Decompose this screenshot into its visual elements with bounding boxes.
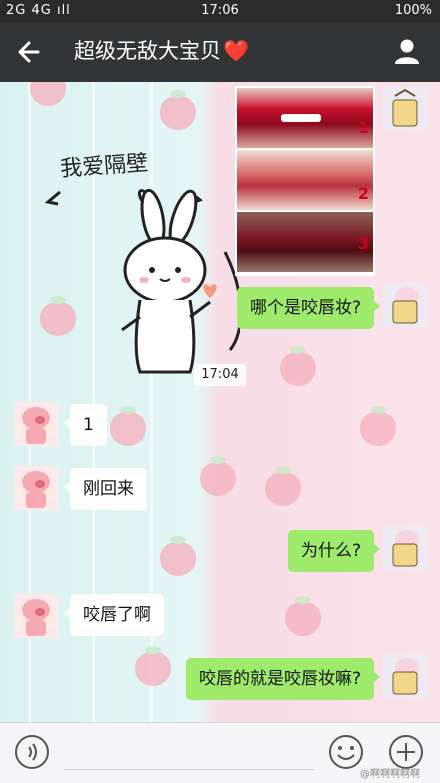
lip-label-2: 2 bbox=[357, 184, 369, 203]
strawberry-decoration bbox=[280, 346, 316, 386]
strawberry-decoration bbox=[160, 90, 196, 130]
emoji-icon bbox=[329, 735, 363, 769]
watermark: @啊啊啊啊啊 bbox=[360, 769, 420, 780]
battery-percent: 100% bbox=[394, 3, 432, 18]
strawberry-decoration bbox=[200, 456, 236, 496]
chat-title: 超级无敌大宝贝❤️ bbox=[74, 36, 249, 66]
chat-header: 超级无敌大宝贝❤️ bbox=[0, 22, 440, 82]
strawberry-decoration bbox=[265, 466, 301, 506]
message-bubble-received[interactable]: 1 bbox=[64, 404, 107, 446]
pig-avatar-icon bbox=[383, 283, 427, 327]
message-bubble-sent[interactable]: 为什么? bbox=[287, 530, 381, 572]
status-bar: 2G 4G ıll 17:06 100% bbox=[0, 0, 440, 22]
my-avatar[interactable] bbox=[383, 526, 427, 570]
strawberry-decoration bbox=[160, 536, 196, 576]
bunny-sticker[interactable]: 我爱隔壁 bbox=[40, 142, 240, 392]
lip-photo-2: 2 bbox=[237, 150, 373, 210]
strawberry-decoration bbox=[360, 406, 396, 446]
image-message[interactable]: 1 2 3 bbox=[235, 86, 375, 276]
chat-area[interactable]: 我爱隔壁 1 2 3 哪个是咬唇妆? 17:04 1 刚回来 为什么? 咬唇了啊… bbox=[0, 82, 440, 722]
my-avatar[interactable] bbox=[383, 654, 427, 698]
pig-avatar-icon bbox=[14, 466, 58, 510]
profile-button[interactable] bbox=[392, 36, 422, 66]
my-avatar[interactable] bbox=[383, 283, 427, 327]
arrow-left-icon bbox=[18, 41, 40, 63]
voice-icon bbox=[15, 735, 49, 769]
strawberry-decoration bbox=[30, 82, 66, 106]
message-bubble-sent[interactable]: 咬唇的就是咬唇妆嘛? bbox=[185, 658, 381, 700]
message-input[interactable] bbox=[64, 769, 314, 770]
contact-avatar[interactable] bbox=[14, 594, 58, 638]
lip-label-3: 3 bbox=[357, 234, 369, 253]
heart-emoji: ❤️ bbox=[223, 39, 250, 63]
back-button[interactable] bbox=[12, 34, 48, 70]
input-bar: @啊啊啊啊啊 bbox=[0, 722, 440, 783]
strawberry-decoration bbox=[135, 646, 171, 686]
voice-button[interactable] bbox=[14, 734, 50, 770]
pig-avatar-icon bbox=[383, 86, 427, 130]
status-time: 17:06 bbox=[201, 3, 239, 18]
strawberry-decoration bbox=[285, 596, 321, 636]
bunny-illustration bbox=[44, 188, 240, 374]
pig-avatar-icon bbox=[383, 654, 427, 698]
pig-avatar-icon bbox=[383, 526, 427, 570]
pig-avatar-icon bbox=[14, 594, 58, 638]
emoji-button[interactable] bbox=[328, 734, 364, 770]
lip-photo-1: 1 bbox=[237, 88, 373, 148]
pig-avatar-icon bbox=[14, 402, 58, 446]
contact-avatar[interactable] bbox=[14, 466, 58, 510]
message-bubble-received[interactable]: 咬唇了啊 bbox=[64, 594, 164, 636]
message-bubble-sent[interactable]: 哪个是咬唇妆? bbox=[236, 287, 381, 329]
lip-photo-3: 3 bbox=[237, 212, 373, 272]
message-bubble-received[interactable]: 刚回来 bbox=[64, 468, 147, 510]
lip-label-1: 1 bbox=[357, 118, 369, 137]
contact-name: 超级无敌大宝贝 bbox=[74, 39, 221, 63]
contact-avatar[interactable] bbox=[14, 402, 58, 446]
message-timestamp: 17:04 bbox=[194, 364, 246, 386]
my-avatar[interactable] bbox=[383, 86, 427, 130]
person-icon bbox=[395, 39, 419, 64]
strawberry-decoration bbox=[110, 406, 146, 446]
battery-level: 100% bbox=[395, 3, 432, 18]
